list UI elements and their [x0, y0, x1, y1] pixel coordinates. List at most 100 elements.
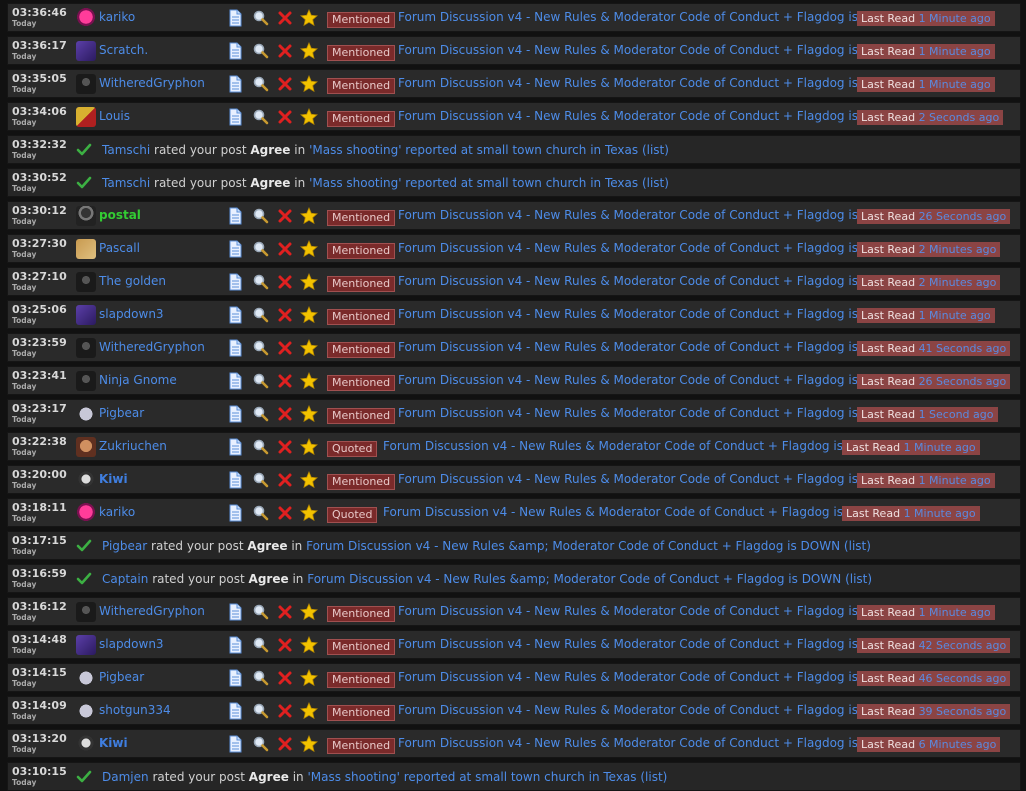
close-icon[interactable]	[276, 471, 294, 489]
document-icon[interactable]	[226, 240, 244, 258]
star-icon[interactable]	[300, 8, 318, 27]
last-read-badge[interactable]: Last Read 1 Minute ago	[857, 605, 995, 620]
document-icon[interactable]	[226, 372, 244, 390]
topic-link[interactable]: Forum Discussion v4 - New Rules & Modera…	[398, 373, 901, 387]
last-read-badge[interactable]: Last Read 1 Second ago	[857, 407, 998, 422]
magnifier-icon[interactable]	[252, 438, 270, 456]
star-icon[interactable]	[300, 107, 318, 126]
close-icon[interactable]	[276, 372, 294, 390]
username-link[interactable]: Zukriuchen	[99, 439, 167, 453]
thread-link[interactable]: 'Mass shooting' reported at small town c…	[309, 176, 638, 190]
avatar[interactable]	[76, 371, 96, 391]
star-icon[interactable]	[300, 734, 318, 753]
close-icon[interactable]	[276, 405, 294, 423]
star-icon[interactable]	[300, 404, 318, 423]
username-link[interactable]: slapdown3	[99, 307, 164, 321]
magnifier-icon[interactable]	[252, 108, 270, 126]
last-read-badge[interactable]: Last Read 1 Minute ago	[857, 11, 995, 26]
magnifier-icon[interactable]	[252, 504, 270, 522]
avatar[interactable]	[76, 404, 96, 424]
last-read-badge[interactable]: Last Read 46 Seconds ago	[857, 671, 1011, 686]
avatar[interactable]	[76, 41, 96, 61]
avatar[interactable]	[76, 305, 96, 325]
last-read-badge[interactable]: Last Read 6 Minutes ago	[857, 737, 1001, 752]
magnifier-icon[interactable]	[252, 240, 270, 258]
rater-username-link[interactable]: Tamschi	[102, 176, 150, 190]
close-icon[interactable]	[276, 339, 294, 357]
document-icon[interactable]	[226, 273, 244, 291]
avatar[interactable]	[76, 635, 96, 655]
thread-link[interactable]: Forum Discussion v4 - New Rules &amp; Mo…	[306, 539, 840, 553]
star-icon[interactable]	[300, 701, 318, 720]
topic-link[interactable]: Forum Discussion v4 - New Rules & Modera…	[398, 109, 901, 123]
magnifier-icon[interactable]	[252, 471, 270, 489]
topic-link[interactable]: Forum Discussion v4 - New Rules & Modera…	[398, 208, 901, 222]
close-icon[interactable]	[276, 306, 294, 324]
username-link[interactable]: Kiwi	[99, 736, 128, 750]
last-read-badge[interactable]: Last Read 1 Minute ago	[842, 440, 980, 455]
close-icon[interactable]	[276, 669, 294, 687]
star-icon[interactable]	[300, 272, 318, 291]
star-icon[interactable]	[300, 338, 318, 357]
magnifier-icon[interactable]	[252, 405, 270, 423]
close-icon[interactable]	[276, 42, 294, 60]
topic-link[interactable]: Forum Discussion v4 - New Rules & Modera…	[398, 604, 901, 618]
last-read-badge[interactable]: Last Read 2 Minutes ago	[857, 275, 1001, 290]
topic-link[interactable]: Forum Discussion v4 - New Rules & Modera…	[398, 703, 901, 717]
avatar[interactable]	[76, 272, 96, 292]
avatar[interactable]	[76, 701, 96, 721]
avatar[interactable]	[76, 107, 96, 127]
star-icon[interactable]	[300, 371, 318, 390]
document-icon[interactable]	[226, 735, 244, 753]
document-icon[interactable]	[226, 702, 244, 720]
topic-link[interactable]: Forum Discussion v4 - New Rules & Modera…	[398, 43, 901, 57]
document-icon[interactable]	[226, 636, 244, 654]
star-icon[interactable]	[300, 239, 318, 258]
avatar[interactable]	[76, 734, 96, 754]
star-icon[interactable]	[300, 668, 318, 687]
last-read-badge[interactable]: Last Read 1 Minute ago	[842, 506, 980, 521]
topic-link[interactable]: Forum Discussion v4 - New Rules & Modera…	[398, 241, 901, 255]
close-icon[interactable]	[276, 207, 294, 225]
close-icon[interactable]	[276, 273, 294, 291]
last-read-badge[interactable]: Last Read 2 Seconds ago	[857, 110, 1004, 125]
magnifier-icon[interactable]	[252, 339, 270, 357]
last-read-badge[interactable]: Last Read 42 Seconds ago	[857, 638, 1011, 653]
topic-link[interactable]: Forum Discussion v4 - New Rules & Modera…	[398, 274, 901, 288]
topic-link[interactable]: Forum Discussion v4 - New Rules & Modera…	[398, 76, 901, 90]
topic-link[interactable]: Forum Discussion v4 - New Rules & Modera…	[398, 340, 901, 354]
document-icon[interactable]	[226, 306, 244, 324]
close-icon[interactable]	[276, 702, 294, 720]
last-read-badge[interactable]: Last Read 2 Minutes ago	[857, 242, 1001, 257]
last-read-badge[interactable]: Last Read 39 Seconds ago	[857, 704, 1011, 719]
close-icon[interactable]	[276, 603, 294, 621]
avatar[interactable]	[76, 74, 96, 94]
username-link[interactable]: kariko	[99, 10, 135, 24]
close-icon[interactable]	[276, 9, 294, 27]
list-link[interactable]: (list)	[642, 176, 669, 190]
star-icon[interactable]	[300, 635, 318, 654]
close-icon[interactable]	[276, 438, 294, 456]
last-read-badge[interactable]: Last Read 41 Seconds ago	[857, 341, 1011, 356]
topic-link[interactable]: Forum Discussion v4 - New Rules & Modera…	[398, 637, 901, 651]
username-link[interactable]: postal	[99, 208, 141, 222]
close-icon[interactable]	[276, 240, 294, 258]
topic-link[interactable]: Forum Discussion v4 - New Rules & Modera…	[383, 439, 886, 453]
list-link[interactable]: (list)	[845, 572, 872, 586]
last-read-badge[interactable]: Last Read 1 Minute ago	[857, 44, 995, 59]
rater-username-link[interactable]: Pigbear	[102, 539, 147, 553]
magnifier-icon[interactable]	[252, 273, 270, 291]
username-link[interactable]: shotgun334	[99, 703, 171, 717]
username-link[interactable]: Pascall	[99, 241, 140, 255]
thread-link[interactable]: Forum Discussion v4 - New Rules &amp; Mo…	[307, 572, 841, 586]
rater-username-link[interactable]: Tamschi	[102, 143, 150, 157]
username-link[interactable]: WitheredGryphon	[99, 340, 205, 354]
username-link[interactable]: slapdown3	[99, 637, 164, 651]
magnifier-icon[interactable]	[252, 603, 270, 621]
magnifier-icon[interactable]	[252, 636, 270, 654]
magnifier-icon[interactable]	[252, 372, 270, 390]
magnifier-icon[interactable]	[252, 669, 270, 687]
close-icon[interactable]	[276, 108, 294, 126]
thread-link[interactable]: 'Mass shooting' reported at small town c…	[307, 770, 636, 784]
username-link[interactable]: Pigbear	[99, 670, 144, 684]
